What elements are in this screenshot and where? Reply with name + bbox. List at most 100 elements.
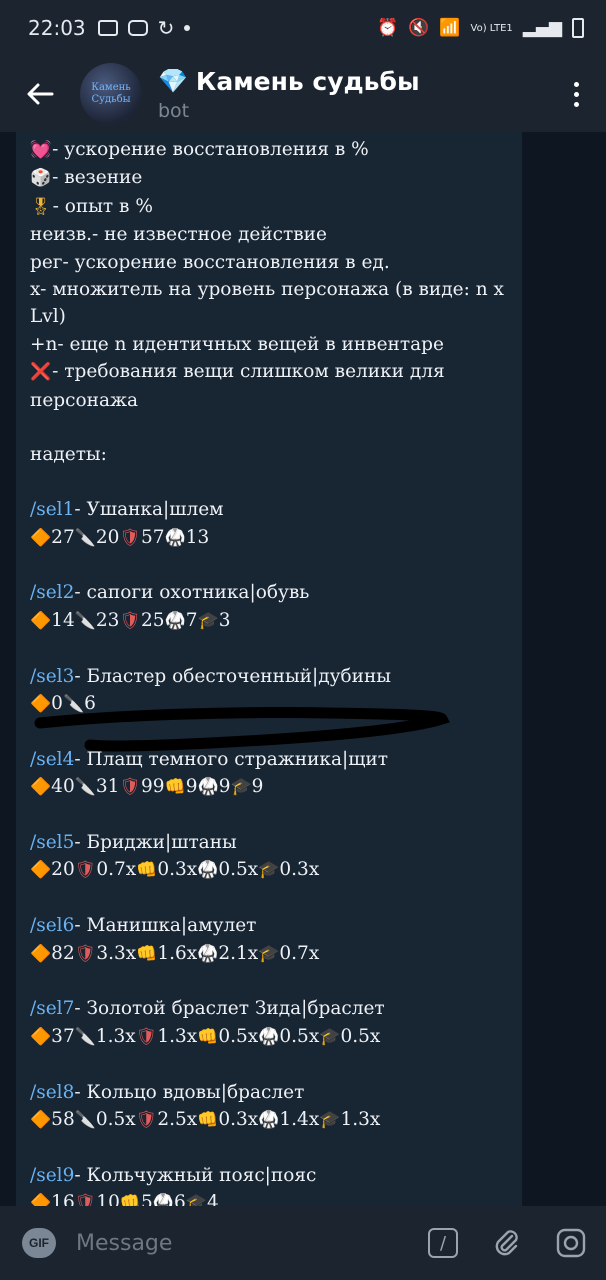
robe-icon: 🥋 bbox=[197, 860, 219, 881]
robe-icon: 🥋 bbox=[197, 943, 219, 964]
stat-value: 0.5x bbox=[95, 1109, 136, 1131]
item-title-line: /sel6- Манишка|амулет bbox=[30, 912, 508, 939]
command-link[interactable]: /sel2 bbox=[30, 582, 74, 603]
item-name: - сапоги охотника|обувь bbox=[74, 582, 310, 604]
item-title-line: /sel3- Бластер обесточенный|дубины bbox=[30, 663, 508, 690]
robe-icon: 🥋 bbox=[258, 1110, 280, 1131]
command-link[interactable]: /sel5 bbox=[30, 832, 74, 853]
stat-value: 0.5x bbox=[218, 859, 259, 881]
graduation-cap-icon: 🎓 bbox=[230, 777, 252, 798]
knife-icon: 🔪 bbox=[74, 1026, 96, 1047]
command-link[interactable]: /sel7 bbox=[30, 998, 74, 1019]
chat-header: Камень Судьбы 💎 Камень судьбы bot bbox=[0, 56, 606, 132]
item-name: - Бластер обесточенный|дубины bbox=[74, 665, 392, 687]
stat-value: 20 bbox=[51, 859, 75, 881]
battery-icon bbox=[572, 18, 584, 38]
attach-button[interactable] bbox=[490, 1226, 524, 1260]
chat-title: Камень судьбы bbox=[195, 66, 420, 96]
diamond-icon: 🔶 bbox=[30, 777, 52, 798]
stat-value: 3.3x bbox=[96, 942, 137, 964]
shield-icon: 🛡 bbox=[119, 777, 142, 798]
command-link[interactable]: /sel1 bbox=[30, 499, 74, 520]
item-title-line: /sel7- Золотой браслет Зида|браслет bbox=[30, 995, 508, 1022]
item-stats-line: 🔶20🛡0.7x👊0.3x🥋0.5x🎓0.3x bbox=[30, 856, 508, 884]
avatar[interactable]: Камень Судьбы bbox=[80, 63, 142, 125]
robe-icon: 🥋 bbox=[197, 777, 219, 798]
diamond-icon: 🔶 bbox=[30, 1193, 52, 1206]
notification-dot-icon bbox=[184, 25, 191, 31]
stat-value: 9 bbox=[185, 776, 198, 798]
fist-icon: 👊 bbox=[197, 1110, 219, 1131]
command-link[interactable]: /sel6 bbox=[30, 915, 74, 936]
command-link[interactable]: /sel8 bbox=[30, 1082, 74, 1103]
graduation-cap-icon: 🎓 bbox=[319, 1026, 341, 1047]
wifi-icon: 📶 bbox=[439, 18, 461, 38]
item-stats-line: 🔶37🔪1.3x🛡1.3x👊0.5x🥋0.5x🎓0.5x bbox=[30, 1023, 508, 1051]
stat-value: 0.3x bbox=[157, 859, 198, 881]
youtube-icon bbox=[127, 20, 148, 36]
items-block: /sel1- Ушанка|шлем 🔶27🔪20🛡57🥋13/sel2- сап… bbox=[30, 469, 508, 1206]
back-button[interactable] bbox=[0, 56, 80, 132]
heart-icon: 💓 bbox=[30, 140, 52, 160]
stat-value: 0.3x bbox=[279, 859, 320, 881]
diamond-icon: 🔶 bbox=[30, 1110, 52, 1131]
item-stats-line: 🔶16🛡10👊5🥋6🎓4 bbox=[30, 1189, 508, 1206]
stat-value: 9 bbox=[251, 776, 264, 798]
menu-dot-icon bbox=[573, 101, 579, 107]
knife-icon: 🔪 bbox=[74, 527, 96, 548]
slash-icon: / bbox=[428, 1228, 458, 1258]
knife-icon: 🔪 bbox=[74, 777, 96, 798]
cross-icon: ❌ bbox=[30, 362, 52, 383]
signal-icon: ▂▄▆ bbox=[522, 18, 562, 38]
stat-value: 4 bbox=[206, 1192, 219, 1206]
gif-button[interactable]: GIF bbox=[22, 1228, 56, 1258]
fist-icon: 👊 bbox=[119, 1193, 142, 1206]
stat-value: 0.5x bbox=[279, 1025, 320, 1047]
stat-value: 0.3x bbox=[218, 1109, 259, 1131]
message-input-bar: GIF Message / bbox=[0, 1206, 606, 1280]
stat-value: 0.5x bbox=[340, 1025, 381, 1047]
more-menu-button[interactable] bbox=[546, 56, 606, 132]
stat-value: 99 bbox=[141, 776, 165, 798]
legend-line: неизв.- не известное действие bbox=[30, 221, 508, 248]
stat-value: 1.3x bbox=[340, 1109, 381, 1131]
command-link[interactable]: /sel9 bbox=[30, 1165, 74, 1186]
legend-line: 💓- ускорение восстановления в % bbox=[30, 136, 508, 164]
alarm-icon: ⏰ bbox=[377, 18, 399, 38]
stat-value: 20 bbox=[95, 526, 120, 548]
stat-value: 1.4x bbox=[279, 1109, 320, 1131]
graduation-cap-icon: 🎓 bbox=[319, 1110, 341, 1131]
stat-value: 37 bbox=[51, 1025, 75, 1047]
item-title-line: /sel1- Ушанка|шлем bbox=[30, 496, 508, 523]
graduation-cap-icon: 🎓 bbox=[185, 1193, 207, 1206]
item-name: - Кольцо вдовы|браслет bbox=[74, 1081, 305, 1103]
command-link[interactable]: /sel3 bbox=[30, 666, 74, 687]
shield-icon: 🛡 bbox=[119, 610, 142, 631]
status-time: 22:03 bbox=[28, 16, 86, 40]
item-stats-line: 🔶27🔪20🛡57🥋13 bbox=[30, 524, 508, 552]
legend-line: ❌- требования вещи слишком велики для пе… bbox=[30, 358, 508, 414]
stat-value: 25 bbox=[141, 609, 165, 631]
menu-dot-icon bbox=[573, 91, 579, 97]
camera-button[interactable] bbox=[554, 1226, 588, 1260]
back-arrow-icon bbox=[27, 83, 54, 105]
shield-icon: 🛡 bbox=[74, 1193, 97, 1206]
graduation-cap-icon: 🎓 bbox=[258, 943, 280, 964]
stat-value: 13 bbox=[185, 526, 210, 548]
chat-area[interactable]: 💓- ускорение восстановления в % 🎲- везени… bbox=[0, 132, 606, 1206]
legend-text: неизв.- не известное действие bbox=[30, 224, 327, 246]
item-stats-line: 🔶14🔪23🛡25🥋7🎓3 bbox=[30, 607, 508, 635]
item-stats-line: 🔶82🛡3.3x👊1.6x🥋2.1x🎓0.7x bbox=[30, 940, 508, 968]
item-name: - Золотой браслет Зида|браслет bbox=[74, 998, 385, 1020]
commands-button[interactable]: / bbox=[426, 1226, 460, 1260]
diamond-icon: 🔶 bbox=[30, 527, 52, 548]
network-label: Vo) LTE1 bbox=[470, 22, 513, 34]
stat-value: 23 bbox=[95, 609, 120, 631]
shield-icon: 🛡 bbox=[119, 527, 142, 548]
message-input[interactable]: Message bbox=[76, 1231, 396, 1256]
diamond-icon: 💎 bbox=[158, 67, 188, 95]
worn-label: надеты: bbox=[30, 444, 107, 466]
item-stats-line: 🔶58🔪0.5x🛡2.5x👊0.3x🥋1.4x🎓1.3x bbox=[30, 1106, 508, 1134]
item-name: - Ушанка|шлем bbox=[74, 499, 224, 521]
chat-title-block[interactable]: 💎 Камень судьбы bot bbox=[158, 67, 420, 122]
